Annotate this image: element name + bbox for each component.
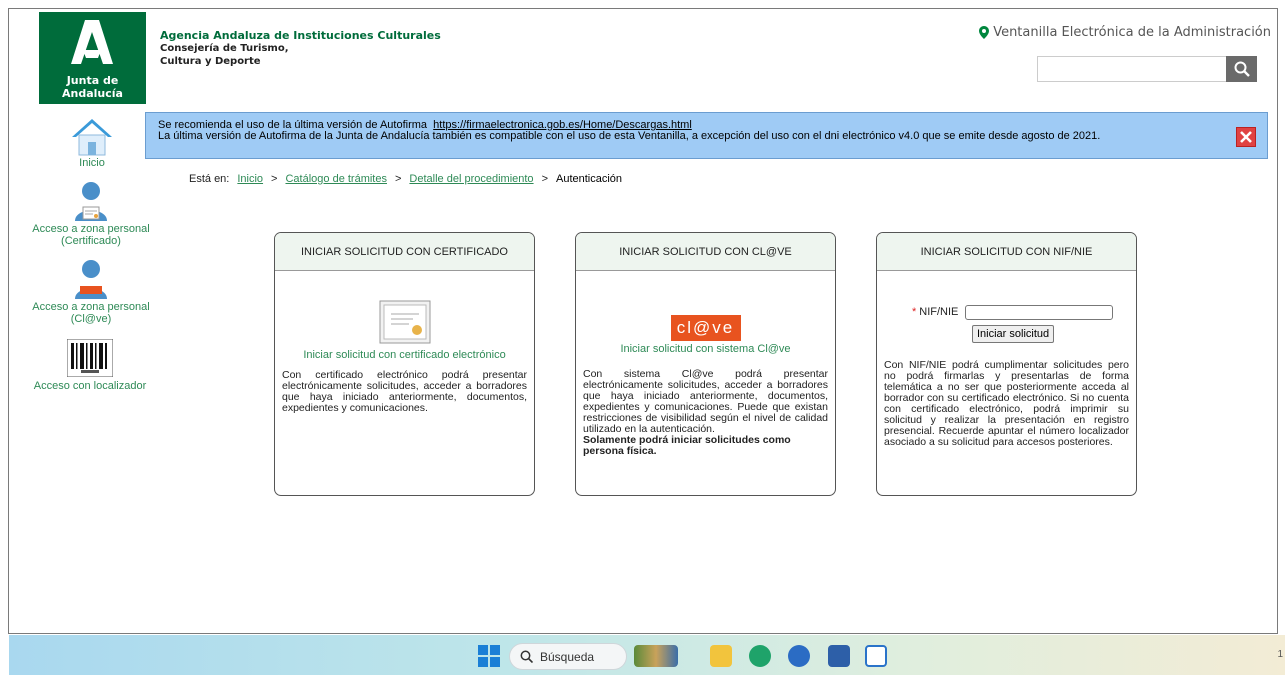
sidebar-label: Inicio bbox=[79, 157, 105, 169]
browser-page: Junta de Andalucía Agencia Andaluza de I… bbox=[8, 8, 1278, 634]
sidebar-item-clave[interactable]: Acceso a zona personal (Cl@ve) bbox=[26, 259, 156, 325]
search-icon bbox=[1234, 61, 1250, 77]
ventanilla-title: Ventanilla Electrónica de la Administrac… bbox=[979, 25, 1271, 40]
breadcrumb-detalle[interactable]: Detalle del procedimiento bbox=[409, 173, 533, 185]
card-title: INICIAR SOLICITUD CON CL@VE bbox=[576, 233, 835, 271]
taskbar-clock: 1 bbox=[1277, 649, 1283, 660]
search-input[interactable] bbox=[1037, 56, 1226, 82]
required-mark: * bbox=[912, 306, 917, 318]
junta-a-logo-icon bbox=[71, 20, 113, 64]
clave-logo[interactable]: cl@ve bbox=[670, 315, 741, 341]
nif-row: * NIF/NIE bbox=[912, 305, 1129, 320]
breadcrumb-separator: > bbox=[394, 173, 402, 185]
notice-line-2: La última versión de Autofirma de la Jun… bbox=[158, 130, 1101, 142]
breadcrumb-current: Autenticación bbox=[556, 173, 623, 185]
file-explorer-icon[interactable] bbox=[710, 645, 732, 667]
breadcrumb-separator: > bbox=[271, 173, 278, 185]
sidebar-label: Acceso con localizador bbox=[33, 380, 147, 392]
breadcrumb: Está en: Inicio > Catálogo de trámites >… bbox=[189, 173, 622, 185]
sidebar-label: Acceso a zona personal (Certificado) bbox=[32, 223, 150, 247]
card-clave: INICIAR SOLICITUD CON CL@VE cl@ve Inicia… bbox=[575, 232, 836, 496]
windows-taskbar: Búsqueda 1 bbox=[9, 635, 1285, 675]
home-icon bbox=[72, 119, 112, 156]
agency-name: Agencia Andaluza de Instituciones Cultur… bbox=[160, 29, 441, 42]
sidebar-item-certificado[interactable]: Acceso a zona personal (Certificado) bbox=[26, 181, 156, 247]
taskbar-search-label: Búsqueda bbox=[540, 649, 595, 664]
card-title: INICIAR SOLICITUD CON NIF/NIE bbox=[877, 233, 1136, 271]
sidebar-item-localizador[interactable]: Acceso con localizador bbox=[25, 339, 155, 392]
logo-text: Junta de Andalucía bbox=[62, 74, 123, 100]
nif-label: NIF/NIE bbox=[919, 306, 959, 318]
ventanilla-label: Ventanilla Electrónica de la Administrac… bbox=[993, 25, 1271, 40]
autofirma-notice: Se recomienda el uso de la última versió… bbox=[145, 112, 1268, 159]
certificado-link[interactable]: Iniciar solicitud con certificado electr… bbox=[282, 350, 527, 361]
junta-logo[interactable]: Junta de Andalucía bbox=[39, 12, 146, 104]
search-icon bbox=[520, 650, 533, 663]
location-pin-icon bbox=[979, 26, 990, 39]
nif-description: Con NIF/NIE podrá cumplimentar solicitud… bbox=[884, 359, 1129, 448]
user-certificate-icon bbox=[75, 182, 107, 221]
close-notice-button[interactable] bbox=[1236, 127, 1256, 147]
barcode-icon bbox=[67, 339, 113, 377]
card-nif: INICIAR SOLICITUD CON NIF/NIE * NIF/NIE … bbox=[876, 232, 1137, 496]
breadcrumb-separator: > bbox=[541, 173, 548, 185]
iniciar-solicitud-button[interactable]: Iniciar solicitud bbox=[972, 325, 1055, 343]
breadcrumb-prefix: Está en: bbox=[189, 173, 230, 185]
search-bar bbox=[1037, 56, 1257, 82]
certificado-description: Con certificado electrónico podrá presen… bbox=[282, 369, 527, 414]
sidebar-item-inicio[interactable]: Inicio bbox=[27, 117, 157, 169]
breadcrumb-catalogo[interactable]: Catálogo de trámites bbox=[285, 173, 387, 185]
user-clave-icon bbox=[75, 260, 107, 299]
weather-widget-icon[interactable] bbox=[634, 645, 678, 667]
certificate-icon[interactable] bbox=[379, 300, 431, 344]
chrome-browser-icon[interactable] bbox=[788, 645, 810, 667]
card-title: INICIAR SOLICITUD CON CERTIFICADO bbox=[275, 233, 534, 271]
close-icon bbox=[1240, 131, 1252, 143]
clave-description: Con sistema Cl@ve podrá presentar electr… bbox=[583, 368, 828, 435]
notepad-icon[interactable] bbox=[865, 645, 887, 667]
organization-block: Agencia Andaluza de Instituciones Cultur… bbox=[160, 29, 441, 68]
breadcrumb-inicio[interactable]: Inicio bbox=[237, 173, 263, 185]
clave-link[interactable]: Iniciar solicitud con sistema Cl@ve bbox=[583, 344, 828, 355]
search-button[interactable] bbox=[1226, 56, 1257, 82]
security-shield-icon[interactable] bbox=[828, 645, 850, 667]
nif-input[interactable] bbox=[965, 305, 1114, 320]
edge-browser-icon[interactable] bbox=[749, 645, 771, 667]
taskbar-search[interactable]: Búsqueda bbox=[509, 643, 627, 670]
card-certificado: INICIAR SOLICITUD CON CERTIFICADO Inicia… bbox=[274, 232, 535, 496]
windows-start-icon[interactable] bbox=[478, 645, 500, 667]
department-name: Consejería de Turismo, Cultura y Deporte bbox=[160, 43, 289, 67]
clave-note: Solamente podrá iniciar solicitudes como… bbox=[583, 434, 791, 457]
sidebar-label: Acceso a zona personal (Cl@ve) bbox=[32, 301, 150, 325]
